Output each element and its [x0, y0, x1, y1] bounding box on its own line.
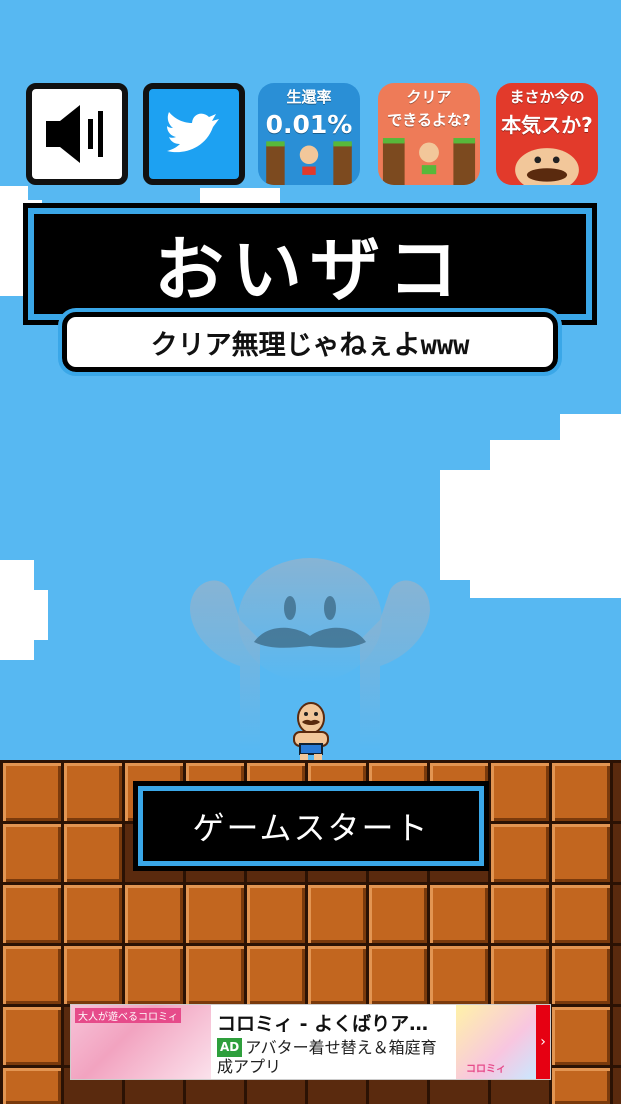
- bird-icon: [167, 112, 219, 153]
- promo-app-2[interactable]: クリア できるよな?: [378, 83, 480, 185]
- promo-app-3-line1: まさか今の: [509, 88, 585, 106]
- ad-thumbnail-right: コロミィ: [456, 1005, 536, 1079]
- promo-app-1-line2: 0.01%: [265, 110, 353, 139]
- character-icon: [266, 141, 352, 185]
- game-subtitle: クリア無理じゃねぇよwww: [150, 329, 470, 361]
- game-start-label: ゲームスタート: [192, 809, 430, 847]
- character-icon: [382, 138, 476, 185]
- game-start-button[interactable]: ゲームスタート: [133, 781, 489, 871]
- ad-description-line: AD アバター着せ替え＆箱庭育成アプリ: [217, 1037, 450, 1076]
- ad-thumbnail-right-caption: コロミィ: [466, 1064, 506, 1075]
- game-title: おいザコ: [154, 228, 466, 311]
- subtitle-banner: クリア無理じゃねぇよwww: [58, 308, 562, 376]
- ad-thumbnail-left: 大人が遊べるコロミィ: [71, 1005, 211, 1079]
- promo-app-3[interactable]: まさか今の 本気スか?: [496, 83, 598, 185]
- chevron-right-icon[interactable]: ›: [536, 1005, 550, 1079]
- ad-banner[interactable]: 大人が遊べるコロミィ コロミィ - よくばりア… AD アバター着せ替え＆箱庭育成…: [70, 1004, 551, 1080]
- promo-app-2-line1: クリア: [406, 88, 452, 106]
- ad-description: アバター着せ替え＆箱庭育成アプリ: [217, 1037, 437, 1076]
- ad-tag: AD: [217, 1037, 243, 1057]
- promo-app-1-line1: 生還率: [286, 88, 332, 106]
- promo-app-3-line2: 本気スか?: [501, 113, 593, 137]
- promo-app-1[interactable]: 生還率 0.01%: [258, 83, 360, 185]
- ad-title: コロミィ - よくばりア…: [217, 1012, 429, 1035]
- character-face-icon: [515, 148, 579, 185]
- ad-thumbnail-caption: 大人が遊べるコロミィ: [75, 1008, 181, 1023]
- twitter-share-button[interactable]: [143, 83, 245, 185]
- ad-text-block: コロミィ - よくばりア… AD アバター着せ替え＆箱庭育成アプリ: [211, 1009, 456, 1076]
- promo-app-2-line2: できるよな?: [387, 111, 471, 129]
- sound-toggle-button[interactable]: [26, 83, 128, 185]
- player-character-icon: [293, 702, 329, 760]
- title-banner: おいザコ: [23, 203, 597, 325]
- speaker-icon: [46, 105, 103, 163]
